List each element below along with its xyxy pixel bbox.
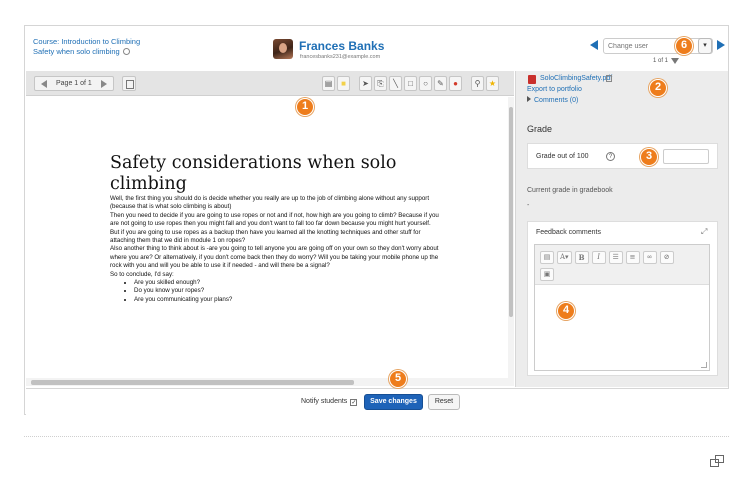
save-changes-button[interactable]: Save changes [364, 394, 423, 410]
grading-frame: Course: Introduction to Climbing Safety … [24, 25, 729, 415]
bullet-item: Are you communicating your plans? [134, 296, 440, 304]
avatar [273, 39, 293, 59]
document-paragraph: Well, the first thing you should do is d… [110, 195, 430, 211]
previous-user-icon[interactable] [590, 40, 598, 50]
bullet-item: Are you skilled enough? [134, 279, 440, 287]
callout-marker-2: 2 [649, 79, 667, 97]
export-portfolio-link[interactable]: Export to portfolio [527, 86, 582, 93]
pen-icon[interactable]: ✎ [434, 76, 447, 91]
grader-footer: Notify students ✓ Save changes Reset [26, 388, 729, 415]
help-icon[interactable]: ? [606, 152, 615, 161]
callout-marker-6: 6 [675, 37, 693, 55]
expand-icon[interactable]: ⤢ [701, 228, 709, 236]
filter-icon[interactable] [671, 58, 679, 64]
horizontal-scroll-thumb[interactable] [31, 380, 354, 385]
next-page-icon[interactable] [100, 79, 107, 88]
page-selector[interactable]: Page 1 of 1 [53, 80, 95, 87]
current-grade-label: Current grade in gradebook [527, 187, 613, 194]
toolbar-toggle-icon[interactable]: ▤ [540, 251, 554, 264]
notify-students[interactable]: Notify students ✓ [301, 398, 358, 406]
callout-marker-3: 3 [640, 148, 658, 166]
course-link[interactable]: Course: Introduction to Climbing [33, 37, 140, 46]
windows-icon[interactable] [710, 455, 724, 467]
grade-heading: Grade [527, 124, 553, 134]
callout-marker-1: 1 [296, 98, 314, 116]
grade-panel: SoloClimbingSafety.pdf Export to portfol… [515, 71, 728, 387]
image-icon[interactable]: ▣ [540, 268, 554, 281]
numbered-list-icon[interactable]: ≡ [625, 251, 640, 264]
line-icon[interactable]: ╲ [389, 76, 402, 91]
divider [24, 436, 729, 437]
star-stamp-icon[interactable]: ★ [486, 76, 499, 91]
unlink-icon[interactable]: ⊘ [659, 251, 674, 264]
annotation-tools: ▤ ■ ➤ ⎘ ╲ □ ○ ✎ ● ⚲ ★ [322, 76, 499, 91]
grade-label: Grade out of 100 [536, 153, 589, 160]
annotation-toolbar: Page 1 of 1 ▤ ■ ➤ ⎘ ╲ □ ○ ✎ ● ⚲ ★ [26, 71, 514, 96]
rectangle-icon[interactable]: □ [404, 76, 417, 91]
previous-page-icon[interactable] [41, 79, 47, 88]
editor-toolbar-row-1: ▤ A▾ B I ☰ ≡ ∞ ⊘ [540, 251, 674, 264]
pdf-page[interactable]: Safety considerations when solo climbing… [26, 97, 507, 378]
assignment-link[interactable]: Safety when solo climbing [33, 47, 120, 56]
font-color-icon[interactable]: A▾ [557, 251, 572, 264]
user-counter: 1 of 1 [653, 58, 669, 64]
user-name[interactable]: Frances Banks [299, 39, 384, 53]
notify-checkbox[interactable]: ✓ [350, 399, 358, 406]
change-user-input[interactable] [608, 40, 678, 52]
chevron-down-icon[interactable]: ▾ [698, 38, 712, 54]
comment-icon[interactable]: ▤ [322, 76, 335, 91]
grade-field-box: Grade out of 100 ? [527, 143, 718, 169]
feedback-label: Feedback comments [536, 229, 601, 236]
oval-icon[interactable]: ○ [419, 76, 432, 91]
stamp-icon[interactable]: ⎘ [374, 76, 387, 91]
grade-input[interactable] [663, 149, 709, 164]
comments-label: Comments (0) [534, 97, 579, 104]
feedback-comments-box: Feedback comments ⤢ ▤ A▾ B I ☰ ≡ ∞ ⊘ ▣ [527, 221, 718, 376]
next-user-icon[interactable] [717, 40, 725, 50]
gear-icon[interactable] [122, 48, 130, 55]
callout-marker-5: 5 [389, 370, 407, 388]
callout-marker-4: 4 [557, 302, 575, 320]
stamp-person-icon[interactable]: ⚲ [471, 76, 484, 91]
resize-grip-icon[interactable] [701, 362, 707, 368]
italic-icon[interactable]: I [591, 251, 606, 264]
color-drop-icon[interactable]: ● [449, 76, 462, 91]
document-body: Well, the first thing you should do is d… [110, 195, 440, 304]
breadcrumb: Course: Introduction to Climbing Safety … [33, 37, 140, 57]
bullet-item: Do you know your ropes? [134, 287, 440, 295]
document-paragraph: Also another thing to think about is -ar… [110, 245, 439, 270]
highlight-color-icon[interactable]: ■ [337, 76, 350, 91]
document-paragraph: But if you are going to use ropes as a b… [110, 228, 421, 245]
page-expand-icon[interactable] [122, 76, 136, 91]
comments-toggle[interactable]: Comments (0) [527, 96, 578, 104]
pdf-annotator: Page 1 of 1 ▤ ■ ➤ ⎘ ╲ □ ○ ✎ ● ⚲ ★ Safety considera… [26, 71, 514, 387]
vertical-scroll-thumb[interactable] [509, 107, 513, 317]
bold-icon[interactable]: B [574, 251, 589, 264]
editor-toolbar-row-2: ▣ [540, 268, 554, 281]
file-action-icon[interactable] [606, 75, 612, 82]
link-icon[interactable]: ∞ [642, 251, 657, 264]
chevron-right-icon [527, 96, 531, 102]
user-email: francesbanks231@example.com [300, 54, 381, 60]
select-pointer-icon[interactable]: ➤ [359, 76, 372, 91]
document-paragraph: Then you need to decide if you are going… [110, 211, 439, 228]
document-title: Safety considerations when solo climbing [110, 153, 397, 194]
change-user-select[interactable]: ▾ [603, 38, 713, 54]
editor-toolbar: ▤ A▾ B I ☰ ≡ ∞ ⊘ ▣ [535, 245, 709, 285]
submission-file-link[interactable]: SoloClimbingSafety.pdf [540, 75, 612, 82]
document-bullet-list: Are you skilled enough?Do you know your … [134, 279, 440, 304]
document-paragraph: So to conclude, I'd say: [110, 270, 174, 278]
grader-header: Course: Introduction to Climbing Safety … [25, 26, 728, 70]
bullet-list-icon[interactable]: ☰ [608, 251, 623, 264]
reset-button[interactable]: Reset [428, 394, 460, 410]
notify-label: Notify students [301, 398, 348, 405]
page-navigation: Page 1 of 1 [34, 76, 114, 91]
pdf-file-icon [528, 75, 536, 84]
current-grade-value: - [527, 202, 530, 209]
